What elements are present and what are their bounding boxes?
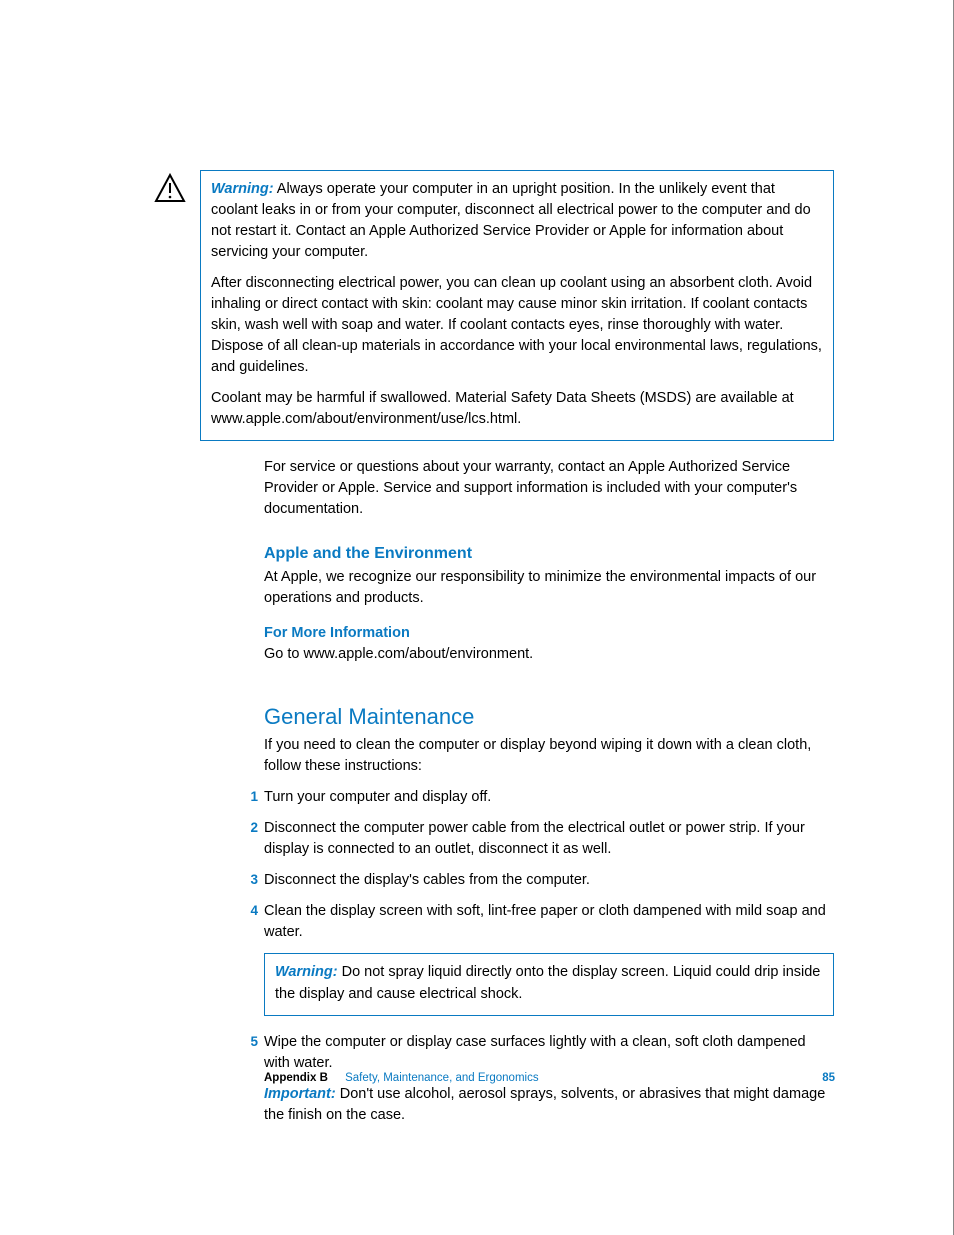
important-label: Important: (264, 1086, 336, 1102)
maintenance-intro: If you need to clean the computer or dis… (264, 735, 834, 777)
step-1: 1 Turn your computer and display off. (264, 787, 834, 808)
heading-general-maintenance: General Maintenance (264, 701, 834, 733)
warning-2-body: Warning: Do not spray liquid directly on… (275, 962, 823, 1004)
footer-page-number: 85 (822, 1070, 835, 1087)
step-number: 3 (246, 870, 258, 890)
footer-left: Appendix B Safety, Maintenance, and Ergo… (264, 1070, 539, 1087)
page-footer: Appendix B Safety, Maintenance, and Ergo… (264, 1070, 835, 1087)
step-5: 5 Wipe the computer or display case surf… (264, 1032, 834, 1074)
warning-label: Warning: (275, 964, 338, 980)
maintenance-steps: 1 Turn your computer and display off. 2 … (264, 787, 834, 943)
warning-1-p1: Warning: Always operate your computer in… (211, 179, 823, 263)
step-2-text: Disconnect the computer power cable from… (264, 820, 805, 857)
environment-body: At Apple, we recognize our responsibilit… (264, 567, 834, 609)
warning-block-1: Warning: Always operate your computer in… (154, 170, 834, 441)
warning-2-text: Do not spray liquid directly onto the di… (275, 964, 820, 1001)
step-4-text: Clean the display screen with soft, lint… (264, 903, 826, 940)
warning-1-p3: Coolant may be harmful if swallowed. Mat… (211, 388, 823, 430)
important-note: Important: Don't use alcohol, aerosol sp… (264, 1084, 834, 1126)
step-4: 4 Clean the display screen with soft, li… (264, 901, 834, 943)
step-number: 1 (246, 787, 258, 807)
heading-more-info: For More Information (264, 623, 834, 644)
footer-chapter: Safety, Maintenance, and Ergonomics (345, 1072, 538, 1084)
step-1-text: Turn your computer and display off. (264, 789, 491, 805)
more-info-body: Go to www.apple.com/about/environment. (264, 644, 834, 665)
maintenance-steps-cont: 5 Wipe the computer or display case surf… (264, 1032, 834, 1074)
page: Warning: Always operate your computer in… (0, 0, 954, 1235)
step-3-text: Disconnect the display's cables from the… (264, 872, 590, 888)
warning-box-1: Warning: Always operate your computer in… (200, 170, 834, 441)
step-number: 5 (246, 1032, 258, 1052)
important-text: Don't use alcohol, aerosol sprays, solve… (264, 1086, 825, 1123)
warning-icon (154, 173, 186, 203)
step-2: 2 Disconnect the computer power cable fr… (264, 818, 834, 860)
warning-box-2: Warning: Do not spray liquid directly on… (264, 953, 834, 1015)
step-5-text: Wipe the computer or display case surfac… (264, 1034, 806, 1071)
step-3: 3 Disconnect the display's cables from t… (264, 870, 834, 891)
step-number: 2 (246, 818, 258, 838)
warning-label: Warning: (211, 181, 274, 197)
footer-appendix: Appendix B (264, 1072, 328, 1084)
body-content: For service or questions about your warr… (264, 457, 834, 1125)
warning-1-p1-text: Always operate your computer in an uprig… (211, 181, 811, 260)
warning-1-p2: After disconnecting electrical power, yo… (211, 273, 823, 378)
step-number: 4 (246, 901, 258, 921)
heading-environment: Apple and the Environment (264, 542, 834, 565)
service-paragraph: For service or questions about your warr… (264, 457, 834, 520)
